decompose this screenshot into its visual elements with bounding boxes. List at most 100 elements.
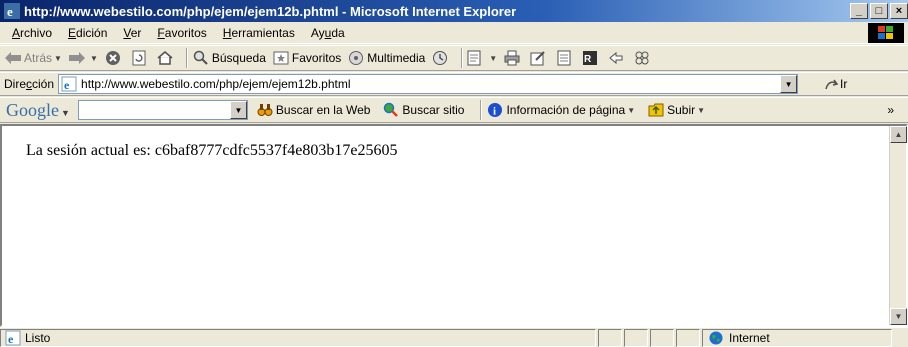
vertical-scrollbar[interactable]: ▲ ▼ — [889, 126, 907, 325]
toolbar-overflow-chevron-icon[interactable]: » — [887, 103, 894, 117]
svg-text:e: e — [7, 4, 13, 19]
scroll-down-button[interactable]: ▼ — [890, 308, 907, 325]
menu-archivo[interactable]: Archivo — [4, 26, 60, 40]
status-bar: e Listo Internet — [0, 327, 908, 347]
multimedia-label: Multimedia — [367, 51, 426, 65]
search-site-icon — [382, 101, 400, 119]
search-site-button[interactable]: Buscar sitio — [382, 101, 464, 119]
address-label: Dirección — [4, 77, 55, 91]
minimize-button[interactable]: _ — [850, 3, 868, 19]
google-search-dropdown-button[interactable]: ▼ — [229, 101, 247, 119]
status-cell — [676, 328, 700, 347]
search-label: Búsqueda — [211, 51, 266, 65]
favorites-label: Favoritos — [291, 51, 342, 65]
google-logo[interactable]: Google ▼ — [6, 100, 70, 121]
forward-dropdown-icon[interactable]: ▼ — [90, 54, 98, 63]
back-label: Atrás — [24, 51, 53, 65]
google-toolbar: Google ▼ ▼ Buscar en la Web Buscar sitio… — [0, 97, 908, 123]
search-web-button[interactable]: Buscar en la Web — [256, 101, 371, 119]
page-content: La sesión actual es: c6baf8777cdfc5537f4… — [0, 124, 908, 327]
menu-edicion[interactable]: Edición — [60, 26, 115, 40]
title-bar: e http://www.webestilo.com/php/ejem/ejem… — [0, 0, 908, 22]
refresh-button[interactable] — [130, 49, 150, 67]
folder-up-icon — [647, 101, 665, 119]
menu-herramientas[interactable]: Herramientas — [215, 26, 303, 40]
go-label: Ir — [840, 77, 848, 91]
address-bar: Dirección e http://www.webestilo.com/php… — [0, 72, 908, 96]
scroll-up-button[interactable]: ▲ — [890, 126, 907, 143]
up-label: Subir — [667, 103, 696, 117]
history-icon — [431, 49, 449, 67]
go-arrow-icon — [825, 79, 839, 90]
search-site-label: Buscar sitio — [402, 103, 465, 117]
address-dropdown-button[interactable]: ▼ — [780, 75, 798, 93]
research-icon — [607, 49, 625, 67]
address-input[interactable]: e http://www.webestilo.com/php/ejem/ejem… — [58, 74, 799, 94]
back-arrow-icon — [4, 49, 22, 67]
home-icon — [156, 49, 174, 67]
mail-icon — [467, 49, 485, 67]
page-info-button[interactable]: i Información de página ▼ — [486, 101, 635, 119]
page-status-icon: e — [5, 330, 21, 346]
info-icon: i — [486, 101, 504, 119]
binoculars-icon — [256, 101, 274, 119]
svg-text:e: e — [8, 332, 14, 346]
menu-favoritos[interactable]: Favoritos — [149, 26, 214, 40]
google-logo-text: Google — [6, 99, 59, 120]
forward-arrow-icon — [68, 49, 86, 67]
session-text: La sesión actual es: c6baf8777cdfc5537f4… — [26, 142, 398, 159]
maximize-button[interactable]: □ — [870, 3, 888, 19]
stop-icon — [104, 49, 122, 67]
multimedia-icon — [347, 49, 365, 67]
close-button[interactable]: × — [890, 3, 908, 19]
go-button[interactable]: Ir — [824, 77, 847, 91]
address-url: http://www.webestilo.com/php/ejem/ejem12… — [81, 77, 351, 91]
history-button[interactable] — [431, 49, 451, 67]
forward-button[interactable]: ▼ — [68, 49, 98, 67]
windows-logo-icon — [868, 23, 904, 43]
menu-ver[interactable]: Ver — [115, 26, 149, 40]
page-info-dropdown-icon[interactable]: ▼ — [627, 106, 635, 115]
edit-button[interactable] — [529, 49, 549, 67]
toolbar-separator — [185, 48, 188, 68]
menu-ayuda[interactable]: Ayuda — [303, 26, 353, 40]
multimedia-button[interactable]: Multimedia — [347, 49, 425, 67]
stop-button[interactable] — [104, 49, 124, 67]
status-text: Listo — [25, 330, 51, 345]
status-cell — [650, 328, 674, 347]
globe-icon — [709, 331, 723, 344]
search-icon — [192, 49, 210, 67]
back-dropdown-icon[interactable]: ▼ — [54, 54, 62, 63]
back-button[interactable]: Atrás ▼ — [4, 49, 62, 67]
up-dropdown-icon[interactable]: ▼ — [697, 106, 705, 115]
window-title: http://www.webestilo.com/php/ejem/ejem12… — [24, 3, 517, 19]
butterfly-icon — [633, 49, 651, 67]
discuss-button[interactable] — [555, 49, 575, 67]
svg-text:R: R — [584, 54, 592, 65]
messenger-icon: R — [581, 49, 599, 67]
mail-button[interactable]: ▼ — [467, 49, 497, 67]
research-button[interactable] — [607, 49, 627, 67]
print-button[interactable] — [503, 49, 523, 67]
up-button[interactable]: Subir ▼ — [647, 101, 705, 119]
google-menu-dropdown-icon[interactable]: ▼ — [61, 108, 70, 118]
ie-logo-icon: e — [4, 3, 20, 19]
messenger-button[interactable]: R — [581, 49, 601, 67]
extension-button[interactable] — [633, 49, 653, 67]
search-button[interactable]: Búsqueda — [192, 49, 266, 67]
favorites-button[interactable]: Favoritos — [272, 49, 341, 67]
favorites-icon — [272, 49, 290, 67]
status-cell — [624, 328, 648, 347]
google-search-input[interactable]: ▼ — [77, 100, 248, 120]
home-button[interactable] — [156, 49, 176, 67]
discuss-icon — [555, 49, 573, 67]
refresh-icon — [130, 49, 148, 67]
print-icon — [503, 49, 521, 67]
mail-dropdown-icon[interactable]: ▼ — [489, 54, 497, 63]
status-main: e Listo — [0, 328, 596, 347]
svg-text:i: i — [493, 106, 496, 118]
security-zone: Internet — [702, 328, 892, 347]
security-zone-label: Internet — [729, 330, 770, 345]
search-web-label: Buscar en la Web — [275, 103, 371, 117]
status-cell — [598, 328, 622, 347]
